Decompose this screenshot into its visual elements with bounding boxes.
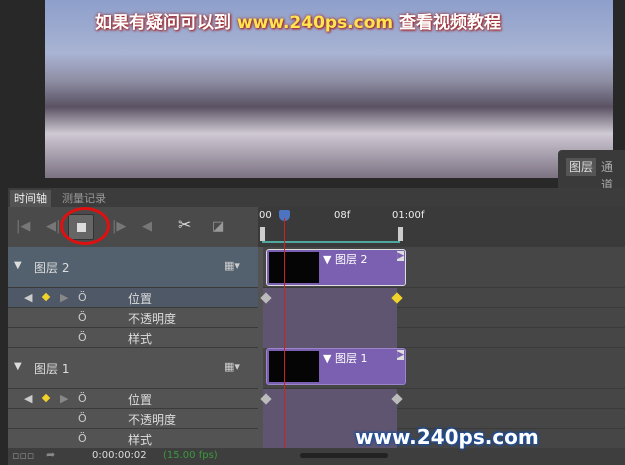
property-track	[260, 389, 625, 409]
watermark: www.240ps.com	[355, 425, 539, 449]
film-menu-icon[interactable]: ▦▾	[224, 360, 240, 373]
property-row-position[interactable]: ◀ ▶ Ö 位置	[8, 389, 258, 409]
layer-name: 图层 1	[34, 362, 70, 376]
timecode: 0:00:00:02	[92, 450, 147, 461]
stopwatch-icon[interactable]: Ö	[78, 392, 87, 405]
playback-controls: |◀ ◀| |▶ ◀ ✂ ◪	[8, 207, 258, 247]
prev-keyframe-icon[interactable]: ◀	[24, 392, 32, 405]
stopwatch-icon[interactable]: Ö	[78, 412, 87, 425]
clip-label: 图层 2	[334, 253, 368, 266]
property-row-position[interactable]: ◀ ▶ Ö 位置	[8, 288, 258, 308]
highlight-circle	[60, 207, 110, 245]
clip-label: 图层 1	[334, 352, 368, 365]
add-keyframe-icon[interactable]	[41, 292, 51, 302]
property-track	[263, 308, 625, 328]
stopwatch-icon[interactable]: Ö	[78, 291, 87, 304]
tick-label: 00	[259, 210, 272, 221]
layer-header-1[interactable]: ▼ 图层 1 ▦▾	[8, 348, 258, 389]
prev-frame-icon[interactable]: ◀|	[46, 219, 60, 234]
clip-menu-icon[interactable]: ▼	[323, 253, 335, 266]
next-frame-icon[interactable]: |▶	[112, 219, 126, 234]
tab-timeline[interactable]: 时间轴	[10, 190, 51, 207]
property-row-opacity[interactable]: Ö 不透明度	[8, 409, 258, 429]
clip-layer-1[interactable]: ▼ 图层 1 ▶	[266, 348, 406, 385]
render-icon[interactable]: ➦	[46, 448, 55, 461]
clip-end-arrow-icon[interactable]: ▶	[397, 251, 404, 261]
property-row-style[interactable]: Ö 样式	[8, 328, 258, 348]
layer-header-2[interactable]: ▼ 图层 2 ▦▾	[8, 247, 258, 288]
work-area-start-handle[interactable]	[260, 227, 265, 241]
tab-channels[interactable]: 通道	[598, 158, 625, 192]
collapse-triangle-icon[interactable]: ▼	[14, 361, 22, 372]
tab-measurement-log[interactable]: 测量记录	[58, 190, 110, 207]
timeline-panel: 时间轴 测量记录 |◀ ◀| |▶ ◀ ✂ ◪ 00 08f 01:00f ▼ …	[8, 188, 625, 465]
convert-icon[interactable]: ▫▫▫	[12, 449, 34, 462]
clip-end-arrow-icon[interactable]: ▶	[397, 350, 404, 360]
zoom-slider[interactable]	[300, 453, 388, 458]
property-track	[263, 328, 625, 348]
prev-keyframe-icon[interactable]: ◀	[24, 291, 32, 304]
stopwatch-icon[interactable]: Ö	[78, 311, 87, 324]
tick-label: 08f	[334, 210, 351, 221]
collapse-triangle-icon[interactable]: ▼	[14, 260, 22, 271]
stopwatch-icon[interactable]: Ö	[78, 432, 87, 445]
scissors-icon[interactable]: ✂	[178, 215, 191, 234]
clip-layer-2[interactable]: ▼ 图层 2 ▶	[266, 249, 406, 286]
next-keyframe-icon[interactable]: ▶	[60, 291, 68, 304]
clip-thumbnail	[269, 351, 319, 382]
playhead-line[interactable]	[284, 218, 285, 448]
transition-icon[interactable]: ◪	[212, 219, 224, 234]
frame-rate: (15.00 fps)	[163, 450, 218, 461]
clip-thumbnail	[269, 252, 319, 283]
layer-name: 图层 2	[34, 261, 70, 275]
next-keyframe-icon[interactable]: ▶	[60, 392, 68, 405]
property-row-style[interactable]: Ö 样式	[8, 429, 258, 449]
tab-layers[interactable]: 图层	[566, 158, 597, 176]
property-row-opacity[interactable]: Ö 不透明度	[8, 308, 258, 328]
film-menu-icon[interactable]: ▦▾	[224, 259, 240, 272]
add-keyframe-icon[interactable]	[41, 393, 51, 403]
time-ruler[interactable]: 00 08f 01:00f	[258, 207, 625, 247]
work-area-end-handle[interactable]	[398, 227, 403, 241]
first-frame-icon[interactable]: |◀	[16, 219, 30, 234]
property-track	[260, 288, 625, 308]
audio-icon[interactable]: ◀	[142, 219, 152, 234]
timeline-footer: ▫▫▫ ➦ 0:00:00:02 (15.00 fps)	[8, 448, 625, 465]
panel-tabs: 时间轴 测量记录	[8, 188, 625, 207]
clip-menu-icon[interactable]: ▼	[323, 352, 335, 365]
layers-panel-tabs: 图层 通道	[558, 150, 625, 192]
work-area-bar[interactable]	[262, 227, 400, 243]
banner-text: 如果有疑问可以到 www.240ps.com 查看视频教程	[95, 13, 502, 33]
stopwatch-icon[interactable]: Ö	[78, 331, 87, 344]
tick-label: 01:00f	[392, 210, 425, 221]
